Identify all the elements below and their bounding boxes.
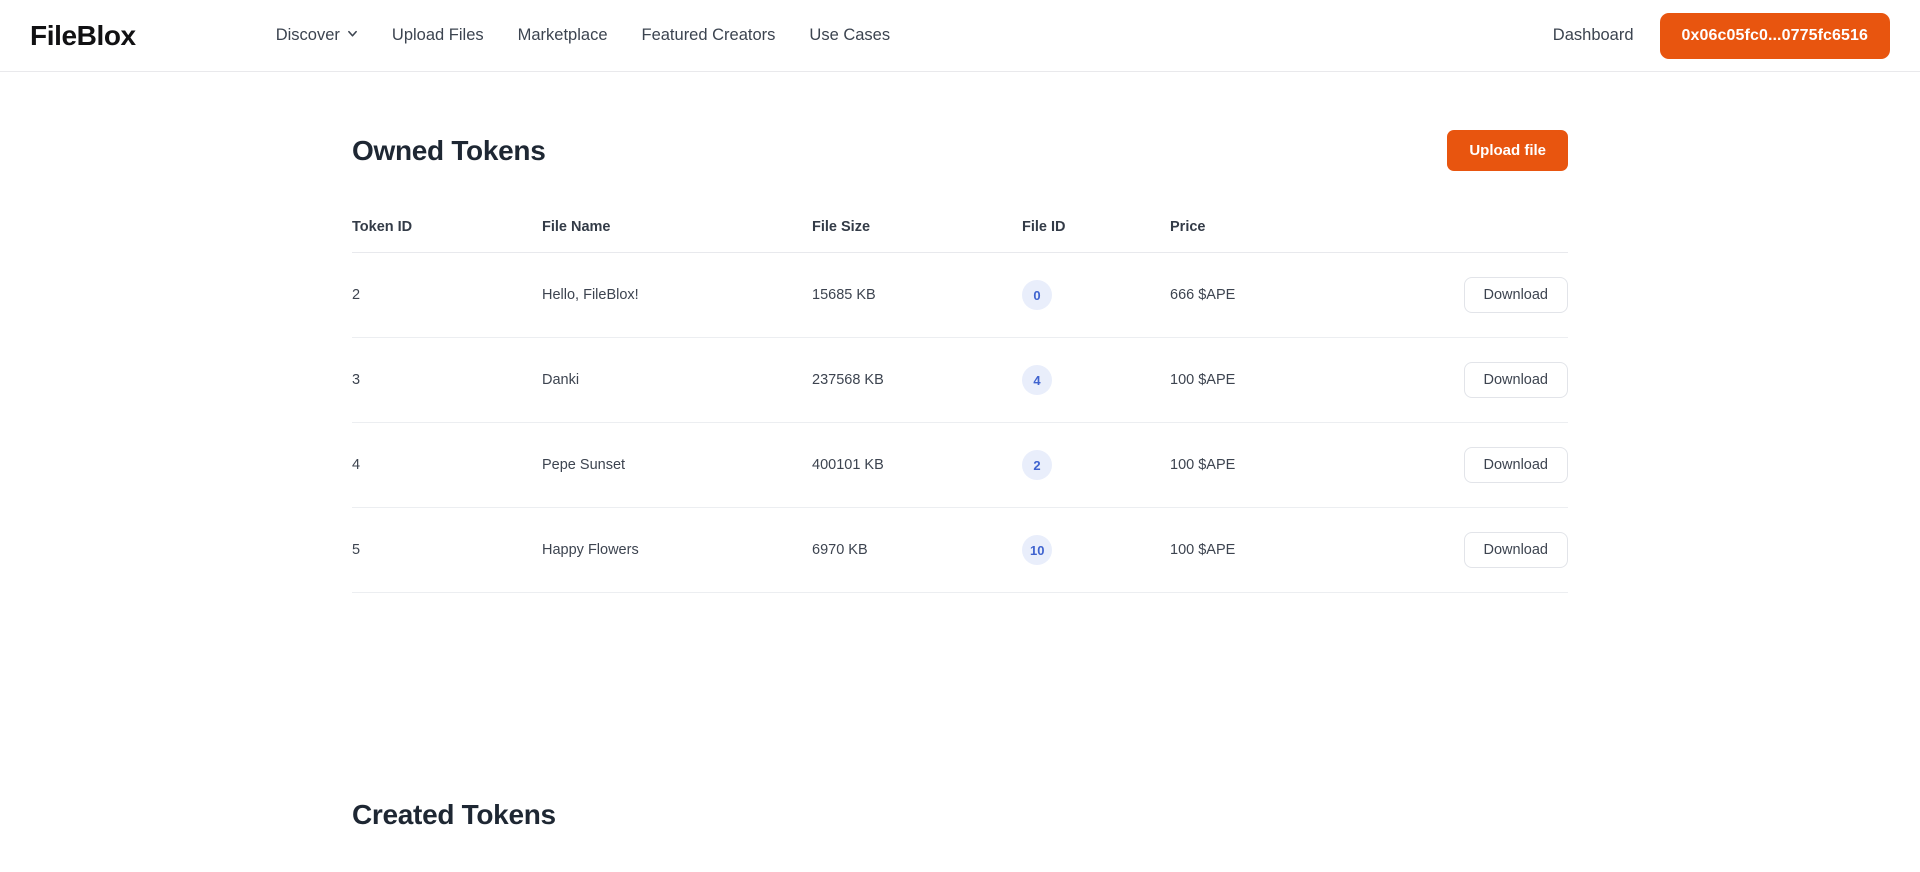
cell-action: Download (1430, 422, 1568, 508)
cell-file-id: 2 (1022, 422, 1170, 508)
cell-action: Download (1430, 252, 1568, 338)
column-header-actions (1430, 219, 1568, 253)
cell-price: 100 $APE (1170, 422, 1430, 508)
cell-file-id: 0 (1022, 252, 1170, 338)
cell-file-size: 6970 KB (812, 507, 1022, 593)
nav-item-use-cases-label: Use Cases (809, 26, 891, 44)
nav-item-use-cases[interactable]: Use Cases (809, 26, 890, 45)
created-tokens-header: Created Tokens (352, 741, 1568, 831)
cell-token-id: 4 (352, 422, 542, 508)
cell-file-id: 10 (1022, 507, 1170, 593)
owned-tokens-table: Token ID File Name File Size File ID Pri… (352, 219, 1568, 593)
nav-item-featured-creators[interactable]: Featured Creators (642, 26, 776, 45)
cell-file-name: Pepe Sunset (542, 422, 812, 508)
cell-price: 666 $APE (1170, 252, 1430, 338)
table-header-row: Token ID File Name File Size File ID Pri… (352, 219, 1568, 253)
column-header-file-size: File Size (812, 219, 1022, 253)
nav-item-marketplace-label: Marketplace (517, 26, 608, 44)
cell-token-id: 3 (352, 337, 542, 423)
main-nav: Discover Upload Files Marketplace Featur… (276, 26, 890, 45)
owned-tokens-table-body: 2 Hello, FileBlox! 15685 KB 0 666 $APE D… (352, 252, 1568, 593)
nav-item-discover[interactable]: Discover (276, 26, 358, 45)
download-button[interactable]: Download (1463, 277, 1568, 313)
nav-item-marketplace[interactable]: Marketplace (518, 26, 608, 45)
file-id-badge: 10 (1022, 535, 1053, 565)
cell-file-size: 400101 KB (812, 422, 1022, 508)
owned-tokens-section: Owned Tokens Upload file Token ID File N… (352, 72, 1568, 593)
download-button[interactable]: Download (1463, 532, 1568, 568)
table-row: 4 Pepe Sunset 400101 KB 2 100 $APE Downl… (352, 422, 1568, 508)
file-id-badge: 4 (1022, 365, 1052, 395)
cell-action: Download (1430, 507, 1568, 593)
column-header-price: Price (1170, 219, 1430, 253)
table-row: 2 Hello, FileBlox! 15685 KB 0 666 $APE D… (352, 252, 1568, 338)
download-button[interactable]: Download (1463, 447, 1568, 483)
owned-tokens-header: Owned Tokens Upload file (352, 72, 1568, 171)
cell-file-name: Danki (542, 337, 812, 423)
wallet-address-button[interactable]: 0x06c05fc0...0775fc6516 (1659, 12, 1890, 59)
created-tokens-title: Created Tokens (352, 799, 556, 830)
table-row: 5 Happy Flowers 6970 KB 10 100 $APE Down… (352, 507, 1568, 593)
column-header-file-id: File ID (1022, 219, 1170, 253)
brand-logo[interactable]: FileBlox (30, 20, 136, 52)
page-content: Owned Tokens Upload file Token ID File N… (0, 72, 1920, 872)
nav-item-discover-label: Discover (275, 26, 340, 44)
cell-action: Download (1430, 337, 1568, 423)
nav-item-featured-creators-label: Featured Creators (641, 26, 776, 44)
nav-item-upload-files[interactable]: Upload Files (392, 26, 484, 45)
top-navigation-bar: FileBlox Discover Upload Files Marketpla… (0, 0, 1920, 72)
cell-token-id: 2 (352, 252, 542, 338)
table-row: 3 Danki 237568 KB 4 100 $APE Download (352, 337, 1568, 423)
cell-token-id: 5 (352, 507, 542, 593)
file-id-badge: 2 (1022, 450, 1052, 480)
cell-file-name: Hello, FileBlox! (542, 252, 812, 338)
upload-file-button[interactable]: Upload file (1447, 130, 1568, 171)
nav-item-dashboard[interactable]: Dashboard (1553, 26, 1634, 45)
cell-price: 100 $APE (1170, 337, 1430, 423)
column-header-file-name: File Name (542, 219, 812, 253)
download-button[interactable]: Download (1463, 362, 1568, 398)
owned-tokens-title: Owned Tokens (352, 134, 546, 166)
column-header-token-id: Token ID (352, 219, 542, 253)
file-id-badge: 0 (1022, 280, 1052, 310)
created-tokens-section: Created Tokens Token ID File Name File S… (352, 741, 1568, 872)
cell-file-size: 237568 KB (812, 337, 1022, 423)
cell-file-name: Happy Flowers (542, 507, 812, 593)
cell-file-size: 15685 KB (812, 252, 1022, 338)
nav-right-group: Dashboard 0x06c05fc0...0775fc6516 (1553, 12, 1890, 59)
nav-item-upload-files-label: Upload Files (391, 26, 484, 44)
cell-price: 100 $APE (1170, 507, 1430, 593)
cell-file-id: 4 (1022, 337, 1170, 423)
chevron-down-icon (347, 28, 358, 39)
owned-tokens-table-head: Token ID File Name File Size File ID Pri… (352, 219, 1568, 253)
